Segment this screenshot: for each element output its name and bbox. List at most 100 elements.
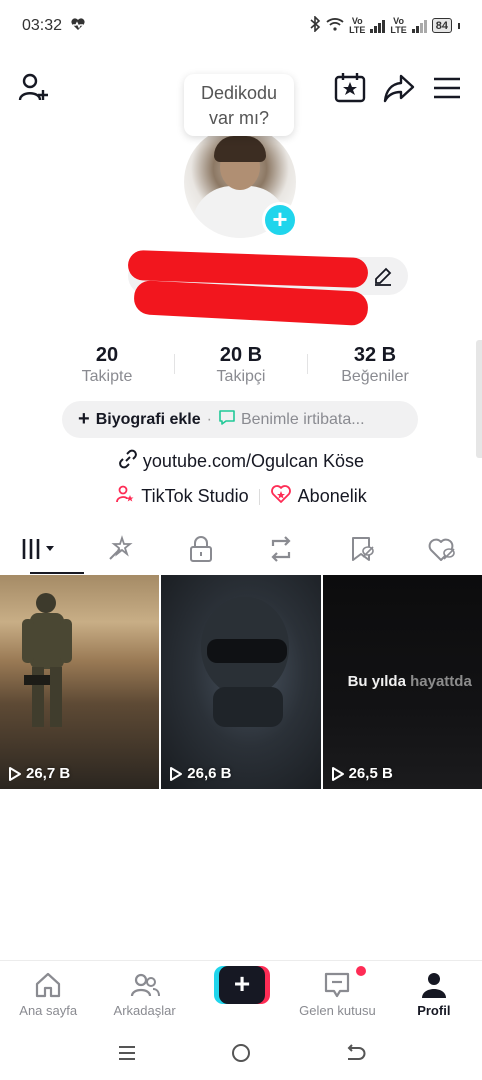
stat-likes[interactable]: 32 B Beğeniler (308, 344, 442, 394)
profile-icon (421, 973, 446, 998)
nav-inbox[interactable]: Gelen kutusu (289, 961, 385, 1026)
share-icon[interactable] (381, 70, 417, 106)
repost-arrows-icon (267, 535, 295, 568)
profile-stats: 20 Takipte 20 B Takipçi 32 B Beğeniler (40, 344, 442, 394)
reposts-icon (106, 534, 134, 568)
chat-icon (218, 408, 236, 431)
active-tab-indicator (30, 572, 84, 574)
nav-profile-label: Profil (417, 1003, 451, 1018)
video-views-count: 26,6 B (187, 765, 232, 782)
tooltip-line2: var mı? (208, 108, 269, 128)
overlay-dim: hayattda (410, 673, 472, 690)
bio-pill[interactable]: + Biyografi ekle · Benimle irtibata... (62, 401, 418, 438)
nav-friends-label: Arkadaşlar (113, 1003, 176, 1018)
studio-separator (258, 488, 260, 505)
status-bar: 03:32 Vo LTE Vo LTE 84 (0, 0, 482, 54)
video-thumbnail[interactable]: Bu yılda hayattda 26,5 B (322, 575, 482, 789)
play-icon (170, 766, 183, 781)
system-nav (0, 1030, 482, 1080)
video-views: 26,7 B (8, 765, 70, 782)
nav-home-label: Ana sayfa (19, 1003, 78, 1018)
video-views: 26,5 B (331, 765, 393, 782)
soldier-portrait (201, 597, 290, 727)
video-grid: 26,7 B 26,6 B Bu yılda hayattda 26,5 B (0, 575, 482, 789)
tab-repost-arrows[interactable] (241, 527, 321, 575)
signal-icon-2 (411, 19, 427, 33)
bluetooth-icon (309, 15, 321, 35)
content-tabs (0, 527, 482, 575)
edit-icon[interactable] (372, 265, 394, 287)
add-story-plus-icon[interactable]: + (262, 202, 298, 238)
stat-following-label: Takipte (81, 368, 133, 385)
calendar-star-icon[interactable] (332, 70, 368, 106)
battery-icon: 84 (431, 18, 452, 33)
saved-icon (347, 535, 375, 568)
tab-private[interactable] (161, 527, 241, 575)
friends-icon (130, 973, 160, 997)
link-text[interactable]: youtube.com/Ogulcan Köse (143, 451, 364, 472)
nav-inbox-label: Gelen kutusu (299, 1003, 376, 1018)
subscription-link[interactable]: Abonelik (298, 486, 367, 507)
tab-liked[interactable] (402, 527, 482, 575)
back-icon[interactable] (344, 1043, 366, 1068)
network-type-1: Vo LTE (349, 15, 366, 35)
tab-reposts[interactable] (80, 527, 160, 575)
video-thumbnail[interactable]: 26,6 B (161, 575, 321, 789)
stat-following[interactable]: 20 Takipte (40, 344, 174, 394)
heart-rate-icon (70, 16, 86, 35)
creator-tools-row: TikTok Studio Abonelik (0, 484, 482, 509)
avatar-hair (214, 136, 266, 162)
video-overlay-text: Bu yılda hayattda (348, 673, 472, 690)
stat-separator (174, 354, 175, 374)
recent-apps-icon[interactable] (116, 1043, 138, 1068)
stat-followers-value: 20 B (219, 344, 263, 366)
status-time: 03:32 (22, 17, 63, 34)
overlay-main: Bu yılda (347, 673, 411, 690)
home-circle-icon[interactable] (230, 1042, 252, 1069)
network-type-2: Vo LTE (390, 15, 407, 35)
link-icon (118, 449, 138, 474)
subscription-icon (270, 484, 292, 509)
tiktok-studio-link[interactable]: TikTok Studio (141, 486, 248, 507)
inbox-notification-dot (356, 966, 366, 976)
video-views-count: 26,7 B (26, 765, 71, 782)
tab-videos[interactable] (0, 527, 80, 575)
contact-label[interactable]: Benimle irtibata... (241, 411, 365, 429)
add-bio-label[interactable]: Biyografi ekle (96, 411, 201, 429)
signal-icon-1 (370, 19, 386, 33)
plus-icon: + (219, 966, 265, 1004)
nav-home[interactable]: Ana sayfa (0, 961, 96, 1026)
studio-icon (115, 484, 135, 509)
private-icon (188, 535, 214, 568)
inbox-icon (325, 972, 350, 998)
status-icons: Vo LTE Vo LTE 84 (309, 15, 460, 35)
add-friend-icon[interactable] (16, 70, 52, 106)
wifi-icon (326, 17, 344, 34)
stat-likes-label: Beğeniler (341, 368, 409, 385)
nav-friends[interactable]: Arkadaşlar (96, 961, 192, 1026)
nav-profile[interactable]: Profil (386, 961, 482, 1026)
battery-tip (458, 22, 460, 29)
play-icon (9, 766, 21, 781)
play-icon (331, 766, 344, 781)
scroll-handle[interactable] (476, 340, 482, 458)
profile-link[interactable]: youtube.com/Ogulcan Köse (0, 449, 482, 474)
create-button[interactable]: + (214, 966, 270, 1004)
video-views: 26,6 B (169, 765, 232, 782)
tab-saved[interactable] (321, 527, 401, 575)
stat-likes-value: 32 B (353, 344, 397, 366)
tooltip-line1: Dedikodu (200, 83, 278, 103)
menu-icon[interactable] (429, 70, 465, 106)
stat-following-value: 20 (95, 344, 119, 366)
liked-icon (427, 535, 457, 568)
bio-separator-dot: · (206, 410, 212, 428)
gossip-tooltip[interactable]: Dedikodu var mı? (184, 74, 294, 136)
stat-followers-label: Takipçi (216, 368, 266, 385)
video-views-count: 26,5 B (348, 765, 393, 782)
plus-icon: + (78, 408, 90, 430)
stat-followers[interactable]: 20 B Takipçi (174, 344, 308, 394)
soldier-illustration (22, 593, 72, 727)
video-thumbnail[interactable]: 26,7 B (0, 575, 160, 789)
home-icon (36, 972, 61, 998)
videos-grid-icon (20, 537, 60, 566)
